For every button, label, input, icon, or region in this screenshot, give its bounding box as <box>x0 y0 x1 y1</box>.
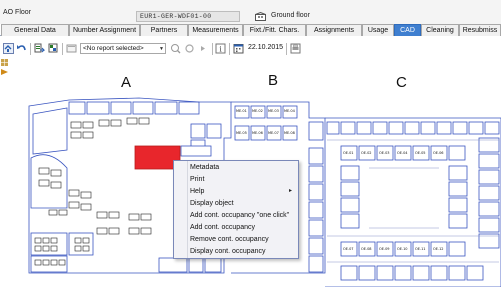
menu-item-print[interactable]: Print <box>174 174 298 185</box>
toolbar-separator <box>62 43 63 55</box>
floor-code-field[interactable]: EUR1-GER-WDF01-00 <box>136 11 240 22</box>
room-label: ME.07 <box>268 131 279 135</box>
room-label: OE.06 <box>433 151 444 155</box>
room-label: ME.03 <box>268 109 279 113</box>
zoom-in-icon[interactable] <box>66 43 77 54</box>
room-label: OE.11 <box>415 247 426 251</box>
title-bar: AO Floor EUR1-GER-WDF01-00 Ground floor <box>0 0 501 24</box>
toolbar-separator <box>229 43 230 55</box>
report-select-value: <No report selected> <box>83 45 144 52</box>
room-label: ME.04 <box>284 109 295 113</box>
menu-item-add-occupancy-one-click[interactable]: Add cont. occupancy "one click" <box>174 210 298 221</box>
menu-item-display-occupancy[interactable]: Display cont. occupancy <box>174 246 298 257</box>
room-label: ME.06 <box>252 131 263 135</box>
toolbar-separator <box>286 43 287 55</box>
zoom-out-icon[interactable] <box>170 43 181 54</box>
room-label: OE.12 <box>433 247 444 251</box>
menu-item-help-label: Help <box>190 188 205 195</box>
tab-cad[interactable]: CAD <box>394 24 421 36</box>
window-title: AO Floor <box>3 9 32 16</box>
menu-item-add-occupancy[interactable]: Add cont. occupancy <box>174 222 298 233</box>
menu-item-metadata[interactable]: Metadata <box>174 162 298 173</box>
toolbar-separator <box>30 43 31 55</box>
collapse-arrow-icon[interactable] <box>1 69 8 75</box>
room-label: OE.02 <box>361 151 372 155</box>
menu-item-help[interactable]: Help ▸ <box>174 186 298 197</box>
floor-icon <box>255 12 266 21</box>
tab-assignments[interactable]: Assignments <box>306 24 362 36</box>
print-icon[interactable] <box>290 43 301 54</box>
info-icon[interactable]: i <box>215 43 226 54</box>
refresh-icon[interactable] <box>184 43 195 54</box>
tab-number-assignment[interactable]: Number Assignment <box>69 24 140 36</box>
left-strip <box>0 58 9 287</box>
tab-measurements[interactable]: Measurements <box>188 24 243 36</box>
room-label: OE.03 <box>379 151 390 155</box>
room-label: ME.05 <box>236 131 247 135</box>
building-block-c <box>325 117 501 287</box>
open-icon[interactable] <box>3 43 14 54</box>
tab-partners[interactable]: Partners <box>140 24 188 36</box>
date-label: 22.10.2015 <box>248 44 284 51</box>
room-label: OE.10 <box>397 247 408 251</box>
room-label: OE.01 <box>343 151 354 155</box>
toolbar-separator <box>212 43 213 55</box>
chevron-down-icon: ▼ <box>159 46 164 52</box>
room-label: ME.08 <box>284 131 295 135</box>
tab-general-data[interactable]: General Data <box>1 24 69 36</box>
undo-icon[interactable] <box>16 43 27 54</box>
room-label: ME.02 <box>252 109 263 113</box>
tab-cleaning[interactable]: Cleaning <box>421 24 459 36</box>
menu-item-display-object[interactable]: Display object <box>174 198 298 209</box>
layers-icon[interactable] <box>48 43 59 54</box>
room-label: OE.08 <box>361 247 372 251</box>
submenu-arrow-icon: ▸ <box>288 188 292 194</box>
grid-icon[interactable] <box>1 59 8 66</box>
export-icon[interactable] <box>34 43 45 54</box>
tab-bar: General Data Number Assignment Partners … <box>0 24 501 36</box>
room <box>180 145 212 157</box>
room-label: OE.09 <box>379 247 390 251</box>
calendar-icon[interactable] <box>233 43 244 54</box>
floor-name-label: Ground floor <box>271 12 310 19</box>
forward-icon[interactable] <box>198 43 209 54</box>
toolbar: <No report selected> ▼ i 22.10.2015 <box>0 40 501 58</box>
report-select[interactable]: <No report selected> ▼ <box>80 43 166 54</box>
tab-fixtures-fittings[interactable]: Fixt./Fitt. Chars. <box>243 24 306 36</box>
tab-resubmission[interactable]: Resubmiss <box>459 24 501 36</box>
room-label: OE.04 <box>397 151 408 155</box>
room-label: ME.01 <box>236 109 247 113</box>
context-menu: Metadata Print Help ▸ Display object Add… <box>173 160 299 259</box>
menu-item-remove-occupancy[interactable]: Remove cont. occupancy <box>174 234 298 245</box>
tab-usage[interactable]: Usage <box>362 24 394 36</box>
room-label: OE.07 <box>343 247 354 251</box>
room-label: OE.05 <box>415 151 426 155</box>
